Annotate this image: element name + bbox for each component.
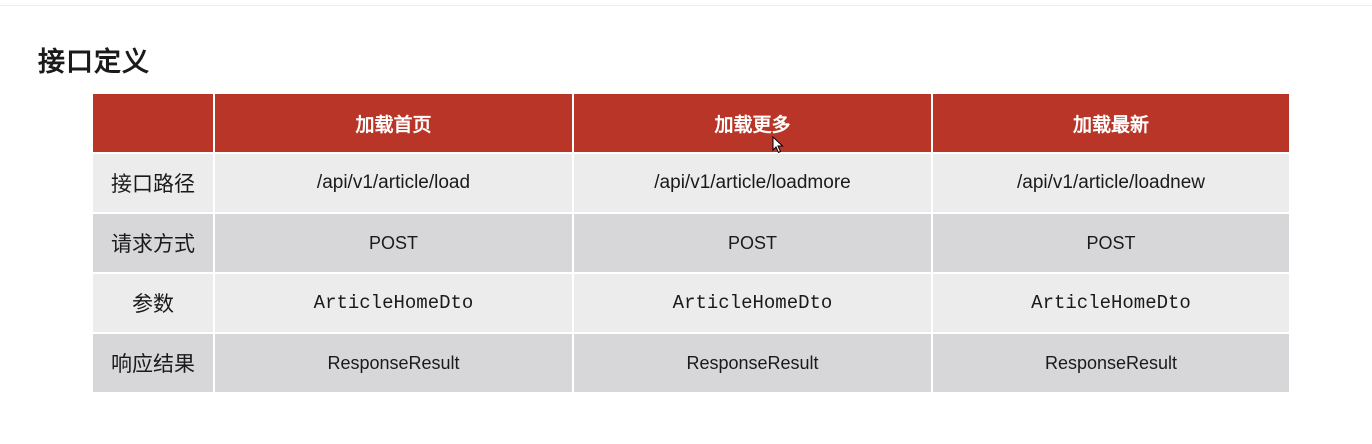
row-label-params: 参数 <box>91 272 215 334</box>
table-row-response: 响应结果 ResponseResult ResponseResult Respo… <box>91 332 1291 394</box>
table-header-row: 加载首页 加载更多 加载最新 <box>91 92 1291 154</box>
cell-response-loadnew: ResponseResult <box>931 332 1291 394</box>
cell-params-loadmore: ArticleHomeDto <box>572 272 933 334</box>
page-title: 接口定义 <box>38 47 150 78</box>
cell-params-load: ArticleHomeDto <box>213 272 574 334</box>
header-corner-cell <box>91 92 215 154</box>
cell-path-loadmore: /api/v1/article/loadmore <box>572 152 933 214</box>
top-divider <box>0 5 1372 6</box>
cell-method-loadmore: POST <box>572 212 933 274</box>
cell-method-loadnew: POST <box>931 212 1291 274</box>
header-load-more: 加载更多 <box>572 92 933 154</box>
table-row-params: 参数 ArticleHomeDto ArticleHomeDto Article… <box>91 272 1291 334</box>
cell-params-loadnew: ArticleHomeDto <box>931 272 1291 334</box>
header-load-home: 加载首页 <box>213 92 574 154</box>
row-label-response: 响应结果 <box>91 332 215 394</box>
cell-method-load: POST <box>213 212 574 274</box>
row-label-method: 请求方式 <box>91 212 215 274</box>
table-row-path: 接口路径 /api/v1/article/load /api/v1/articl… <box>91 152 1291 214</box>
api-definition-table: 加载首页 加载更多 加载最新 接口路径 /api/v1/article/load… <box>91 92 1291 394</box>
table-row-method: 请求方式 POST POST POST <box>91 212 1291 274</box>
header-load-new: 加载最新 <box>931 92 1291 154</box>
row-label-path: 接口路径 <box>91 152 215 214</box>
mouse-pointer-icon <box>772 136 784 154</box>
cell-path-load: /api/v1/article/load <box>213 152 574 214</box>
cell-path-loadnew: /api/v1/article/loadnew <box>931 152 1291 214</box>
cell-response-load: ResponseResult <box>213 332 574 394</box>
cell-response-loadmore: ResponseResult <box>572 332 933 394</box>
